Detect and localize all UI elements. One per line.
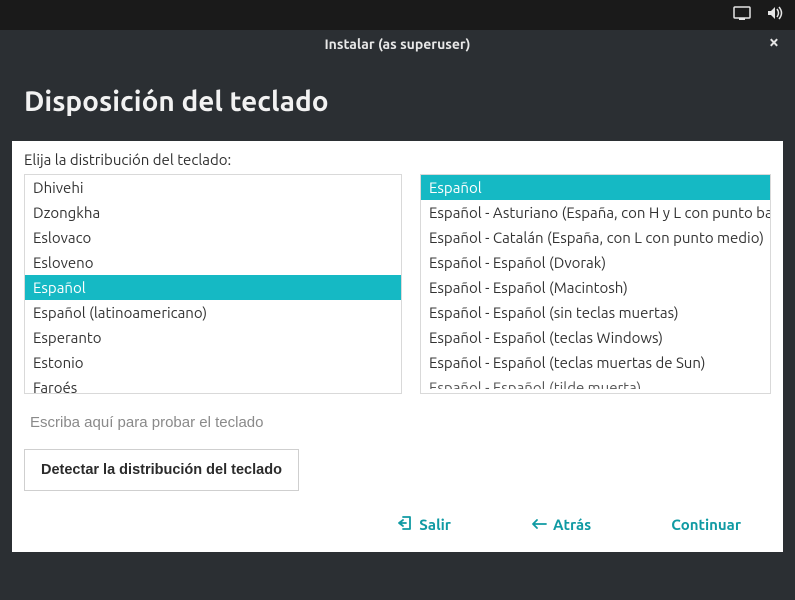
installer-window: Instalar (as superuser) × Disposición de… — [12, 30, 783, 562]
close-icon[interactable]: × — [769, 33, 779, 51]
list-item[interactable]: Español - Español (teclas Windows) — [421, 325, 770, 350]
list-item[interactable]: Español — [25, 275, 401, 300]
list-item[interactable]: Estonio — [25, 350, 401, 375]
list-item[interactable]: Español - Asturiano (España, con H y L c… — [421, 200, 770, 225]
bottom-bar — [12, 552, 783, 562]
list-item[interactable]: Español - Español (sin teclas muertas) — [421, 300, 770, 325]
list-item[interactable]: Faroés — [25, 375, 401, 394]
back-label: Atrás — [553, 516, 591, 533]
page-title: Disposición del teclado — [12, 58, 783, 141]
list-item[interactable]: Español - Español (Macintosh) — [421, 275, 770, 300]
list-item[interactable]: Español - Catalán (España, con L con pun… — [421, 225, 770, 250]
language-listbox[interactable]: DhivehiDzongkhaEslovacoEslovenoEspañolEs… — [24, 174, 402, 394]
content-area: Elija la distribución del teclado: Dhive… — [12, 141, 783, 552]
exit-icon — [397, 515, 413, 534]
list-item[interactable]: Esloveno — [25, 250, 401, 275]
window-titlebar: Instalar (as superuser) × — [12, 30, 783, 58]
layout-lists: DhivehiDzongkhaEslovacoEslovenoEspañolEs… — [24, 174, 771, 394]
list-item[interactable]: Esperanto — [25, 325, 401, 350]
keyboard-test-input[interactable] — [24, 404, 771, 441]
list-item[interactable]: Dhivehi — [25, 175, 401, 200]
continue-label: Continuar — [671, 516, 741, 533]
back-button[interactable]: Atrás — [531, 516, 591, 533]
list-item[interactable]: Español (latinoamericano) — [25, 300, 401, 325]
quit-label: Salir — [419, 516, 451, 533]
list-item[interactable]: Español - Español (teclas muertas de Sun… — [421, 350, 770, 375]
sound-icon[interactable] — [767, 6, 783, 24]
detect-layout-button[interactable]: Detectar la distribución del teclado — [24, 449, 299, 491]
continue-button[interactable]: Continuar — [671, 516, 741, 533]
nav-row: Salir Atrás Continuar — [24, 491, 771, 552]
variant-listbox[interactable]: EspañolEspañol - Asturiano (España, con … — [420, 174, 771, 394]
arrow-left-icon — [531, 516, 547, 533]
list-item[interactable]: Dzongkha — [25, 200, 401, 225]
layout-prompt: Elija la distribución del teclado: — [24, 151, 771, 168]
quit-button[interactable]: Salir — [397, 515, 451, 534]
display-icon[interactable] — [733, 6, 751, 24]
list-item[interactable]: Español - Español (Dvorak) — [421, 250, 770, 275]
window-title: Instalar (as superuser) — [324, 36, 470, 52]
list-item[interactable]: Español - Español (tilde muerta) — [421, 375, 770, 389]
system-topbar — [0, 0, 795, 30]
list-item[interactable]: Español — [421, 175, 770, 200]
list-item[interactable]: Eslovaco — [25, 225, 401, 250]
